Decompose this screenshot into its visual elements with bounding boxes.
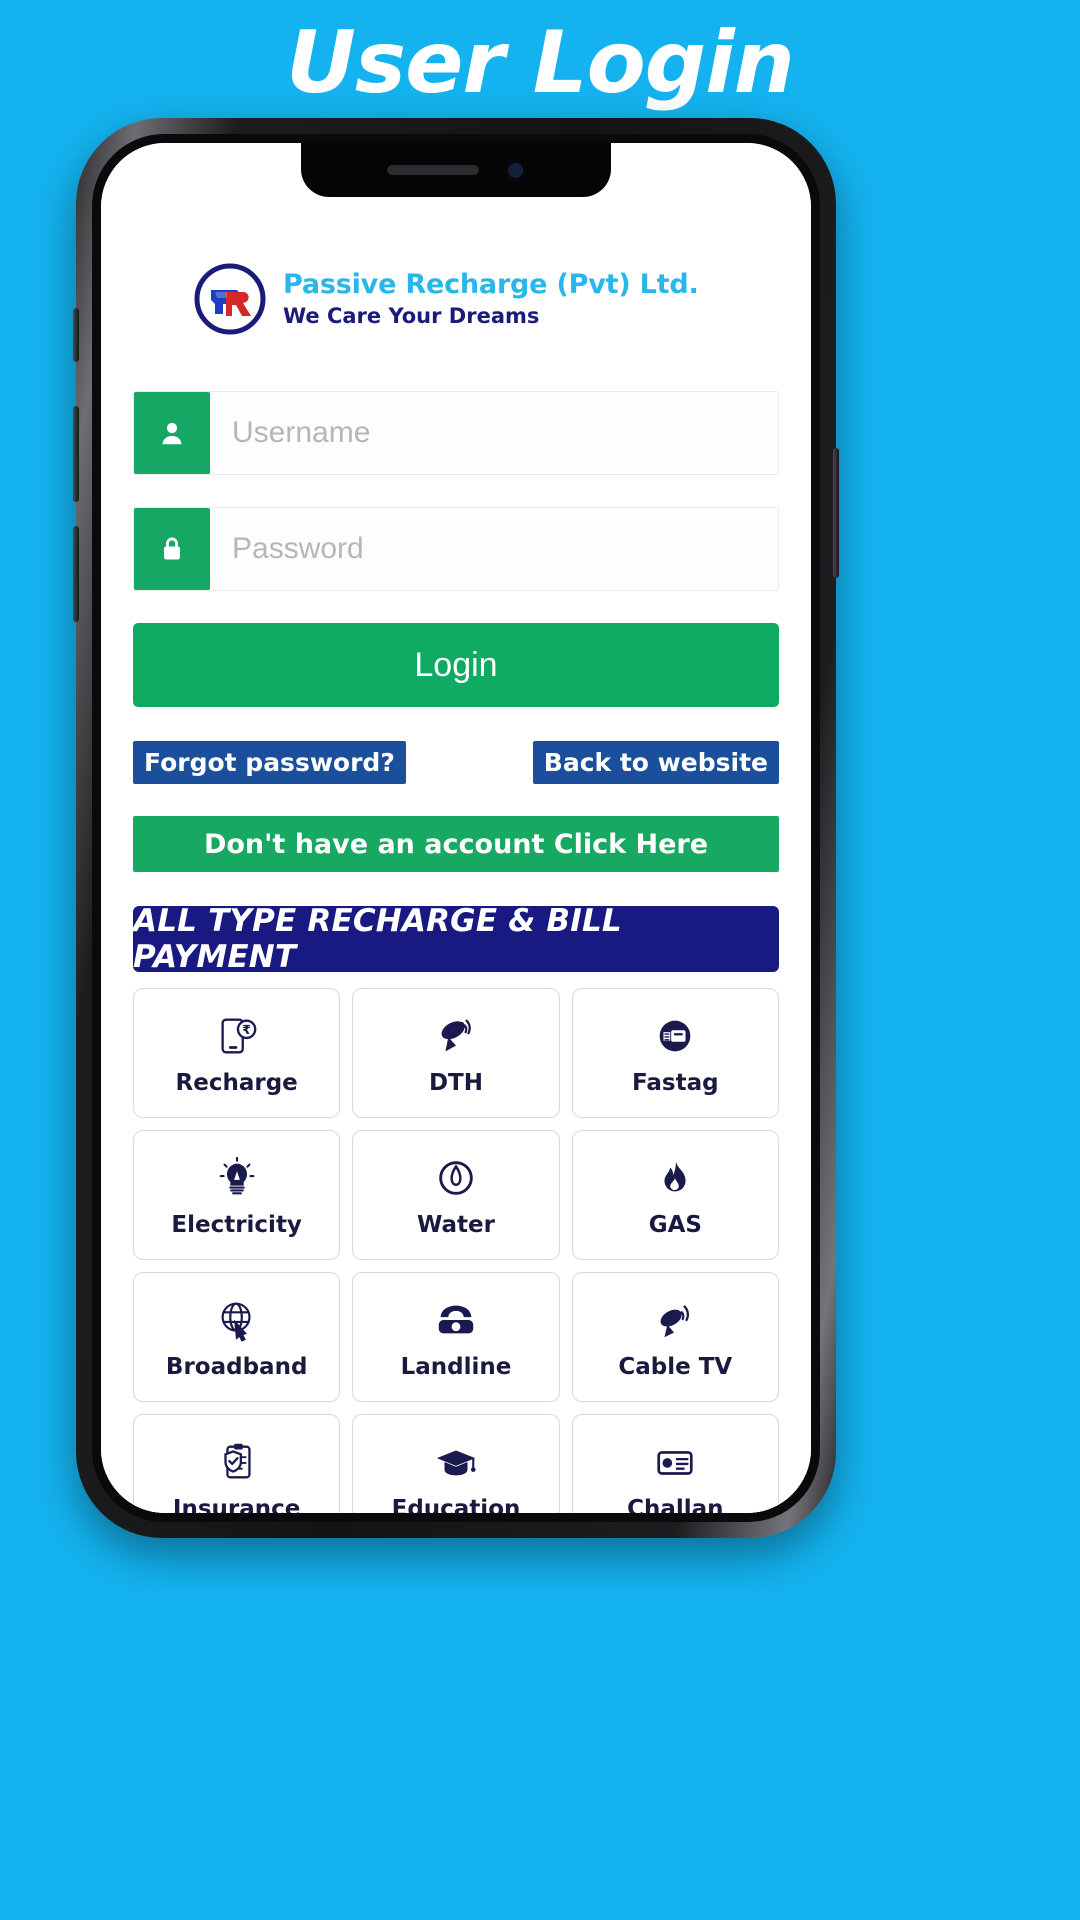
- service-label: Insurance: [172, 1496, 301, 1513]
- service-tile-landline[interactable]: Landline: [352, 1272, 560, 1402]
- lock-icon: [134, 508, 210, 590]
- login-screen: Passive Recharge (Pvt) Ltd. We Care Your…: [101, 143, 811, 1513]
- service-label: Landline: [400, 1354, 512, 1380]
- login-button[interactable]: Login: [133, 623, 779, 707]
- password-field[interactable]: [133, 507, 779, 591]
- light-bulb-icon: [214, 1152, 260, 1204]
- brand-text-block: Passive Recharge (Pvt) Ltd. We Care Your…: [283, 268, 699, 330]
- front-camera-icon: [504, 159, 526, 181]
- service-label: Education: [391, 1496, 521, 1513]
- service-tile-education[interactable]: Education: [352, 1414, 560, 1513]
- fastag-tag-icon: [652, 1010, 698, 1062]
- service-label: GAS: [648, 1212, 702, 1238]
- service-tile-electricity[interactable]: Electricity: [133, 1130, 341, 1260]
- service-label: Broadband: [165, 1354, 308, 1380]
- signup-banner-link[interactable]: Don't have an account Click Here: [133, 816, 779, 872]
- service-tile-insurance[interactable]: Insurance: [133, 1414, 341, 1513]
- pr-monogram-logo-icon: [193, 262, 267, 336]
- water-drop-icon: [433, 1152, 479, 1204]
- mobile-rupee-icon: ₹: [214, 1010, 260, 1062]
- phone-device-frame: Passive Recharge (Pvt) Ltd. We Care Your…: [73, 118, 839, 1538]
- cable-antenna-icon: [652, 1294, 698, 1346]
- service-label: Fastag: [632, 1070, 719, 1096]
- device-mute-switch[interactable]: [73, 308, 79, 362]
- username-field[interactable]: [133, 391, 779, 475]
- service-tile-dth[interactable]: DTH: [352, 988, 560, 1118]
- brand-header: Passive Recharge (Pvt) Ltd. We Care Your…: [133, 251, 779, 347]
- service-label: Water: [416, 1212, 495, 1238]
- password-input[interactable]: [210, 508, 778, 590]
- service-label: DTH: [428, 1070, 483, 1096]
- services-grid: ₹ Recharge DTH Fastag Electricity Water …: [133, 988, 779, 1513]
- satellite-dish-icon: [433, 1010, 479, 1062]
- user-icon: [134, 392, 210, 474]
- speaker-grille-icon: [386, 165, 479, 175]
- device-notch: [301, 143, 611, 197]
- service-tile-water[interactable]: Water: [352, 1130, 560, 1260]
- service-label: Recharge: [175, 1070, 298, 1096]
- username-input[interactable]: [210, 392, 778, 474]
- service-tile-challan[interactable]: Challan: [571, 1414, 779, 1513]
- service-tile-cable-tv[interactable]: Cable TV: [571, 1272, 779, 1402]
- service-tile-fastag[interactable]: Fastag: [571, 988, 779, 1118]
- service-tile-gas[interactable]: GAS: [571, 1130, 779, 1260]
- flame-icon: [652, 1152, 698, 1204]
- service-label: Challan: [627, 1496, 724, 1513]
- service-label: Cable TV: [618, 1354, 733, 1380]
- svg-text:₹: ₹: [242, 1022, 251, 1037]
- telephone-icon: [433, 1294, 479, 1346]
- brand-name: Passive Recharge (Pvt) Ltd.: [283, 269, 699, 300]
- auth-links-row: Forgot password? Back to website: [133, 741, 779, 784]
- device-power-button[interactable]: [833, 448, 839, 578]
- service-tile-broadband[interactable]: Broadband: [133, 1272, 341, 1402]
- brand-tagline: We Care Your Dreams: [283, 304, 540, 328]
- services-header-bar: ALL TYPE RECHARGE & BILL PAYMENT: [133, 903, 779, 975]
- globe-cursor-icon: [214, 1294, 260, 1346]
- device-volume-down-button[interactable]: [73, 526, 79, 622]
- back-to-website-link[interactable]: Back to website: [532, 741, 779, 784]
- service-tile-recharge[interactable]: ₹ Recharge: [133, 988, 341, 1118]
- phone-bezel: Passive Recharge (Pvt) Ltd. We Care Your…: [92, 134, 820, 1522]
- phone-screen: Passive Recharge (Pvt) Ltd. We Care Your…: [101, 143, 811, 1513]
- graduation-cap-icon: [433, 1436, 479, 1488]
- device-volume-up-button[interactable]: [73, 406, 79, 502]
- forgot-password-link[interactable]: Forgot password?: [133, 741, 406, 784]
- challan-card-icon: [652, 1436, 698, 1488]
- page-title: User Login: [286, 13, 795, 113]
- service-label: Electricity: [171, 1212, 302, 1238]
- insurance-clipboard-icon: [214, 1436, 260, 1488]
